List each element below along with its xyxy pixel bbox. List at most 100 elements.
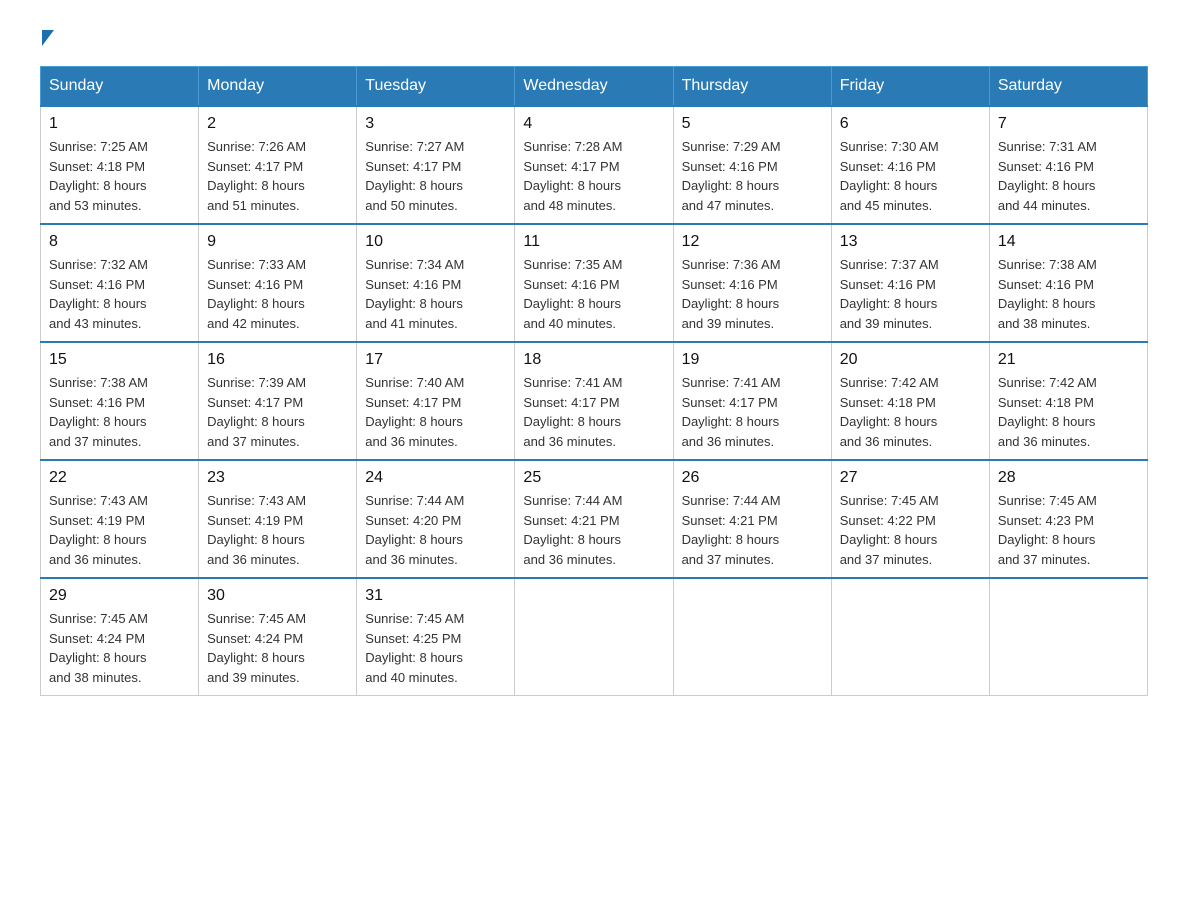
day-number: 31: [365, 587, 506, 605]
day-cell: 25 Sunrise: 7:44 AM Sunset: 4:21 PM Dayl…: [515, 460, 673, 578]
day-number: 30: [207, 587, 348, 605]
day-cell: 6 Sunrise: 7:30 AM Sunset: 4:16 PM Dayli…: [831, 106, 989, 224]
day-cell: 31 Sunrise: 7:45 AM Sunset: 4:25 PM Dayl…: [357, 578, 515, 696]
day-info: Sunrise: 7:42 AM Sunset: 4:18 PM Dayligh…: [840, 373, 981, 451]
day-number: 3: [365, 115, 506, 133]
day-cell: 21 Sunrise: 7:42 AM Sunset: 4:18 PM Dayl…: [989, 342, 1147, 460]
day-info: Sunrise: 7:33 AM Sunset: 4:16 PM Dayligh…: [207, 255, 348, 333]
day-number: 29: [49, 587, 190, 605]
day-cell: 8 Sunrise: 7:32 AM Sunset: 4:16 PM Dayli…: [41, 224, 199, 342]
day-number: 10: [365, 233, 506, 251]
day-cell: [989, 578, 1147, 696]
day-info: Sunrise: 7:36 AM Sunset: 4:16 PM Dayligh…: [682, 255, 823, 333]
day-number: 8: [49, 233, 190, 251]
day-number: 28: [998, 469, 1139, 487]
day-info: Sunrise: 7:41 AM Sunset: 4:17 PM Dayligh…: [682, 373, 823, 451]
day-info: Sunrise: 7:40 AM Sunset: 4:17 PM Dayligh…: [365, 373, 506, 451]
day-info: Sunrise: 7:38 AM Sunset: 4:16 PM Dayligh…: [998, 255, 1139, 333]
day-cell: 12 Sunrise: 7:36 AM Sunset: 4:16 PM Dayl…: [673, 224, 831, 342]
day-cell: 28 Sunrise: 7:45 AM Sunset: 4:23 PM Dayl…: [989, 460, 1147, 578]
day-cell: 24 Sunrise: 7:44 AM Sunset: 4:20 PM Dayl…: [357, 460, 515, 578]
header-monday: Monday: [199, 67, 357, 107]
day-number: 19: [682, 351, 823, 369]
day-info: Sunrise: 7:43 AM Sunset: 4:19 PM Dayligh…: [207, 491, 348, 569]
day-cell: [673, 578, 831, 696]
header-saturday: Saturday: [989, 67, 1147, 107]
day-number: 15: [49, 351, 190, 369]
header-row: SundayMondayTuesdayWednesdayThursdayFrid…: [41, 67, 1148, 107]
day-info: Sunrise: 7:27 AM Sunset: 4:17 PM Dayligh…: [365, 137, 506, 215]
day-info: Sunrise: 7:42 AM Sunset: 4:18 PM Dayligh…: [998, 373, 1139, 451]
week-row-1: 1 Sunrise: 7:25 AM Sunset: 4:18 PM Dayli…: [41, 106, 1148, 224]
day-cell: 29 Sunrise: 7:45 AM Sunset: 4:24 PM Dayl…: [41, 578, 199, 696]
day-number: 21: [998, 351, 1139, 369]
header-wednesday: Wednesday: [515, 67, 673, 107]
day-info: Sunrise: 7:44 AM Sunset: 4:21 PM Dayligh…: [682, 491, 823, 569]
day-cell: 18 Sunrise: 7:41 AM Sunset: 4:17 PM Dayl…: [515, 342, 673, 460]
week-row-2: 8 Sunrise: 7:32 AM Sunset: 4:16 PM Dayli…: [41, 224, 1148, 342]
day-info: Sunrise: 7:35 AM Sunset: 4:16 PM Dayligh…: [523, 255, 664, 333]
day-info: Sunrise: 7:45 AM Sunset: 4:25 PM Dayligh…: [365, 609, 506, 687]
day-cell: 9 Sunrise: 7:33 AM Sunset: 4:16 PM Dayli…: [199, 224, 357, 342]
day-number: 23: [207, 469, 348, 487]
day-cell: 2 Sunrise: 7:26 AM Sunset: 4:17 PM Dayli…: [199, 106, 357, 224]
day-cell: 4 Sunrise: 7:28 AM Sunset: 4:17 PM Dayli…: [515, 106, 673, 224]
calendar-table: SundayMondayTuesdayWednesdayThursdayFrid…: [40, 66, 1148, 696]
day-cell: [515, 578, 673, 696]
day-number: 9: [207, 233, 348, 251]
header-friday: Friday: [831, 67, 989, 107]
logo: [40, 30, 54, 46]
day-cell: 5 Sunrise: 7:29 AM Sunset: 4:16 PM Dayli…: [673, 106, 831, 224]
day-cell: 13 Sunrise: 7:37 AM Sunset: 4:16 PM Dayl…: [831, 224, 989, 342]
day-info: Sunrise: 7:34 AM Sunset: 4:16 PM Dayligh…: [365, 255, 506, 333]
day-number: 1: [49, 115, 190, 133]
day-cell: 30 Sunrise: 7:45 AM Sunset: 4:24 PM Dayl…: [199, 578, 357, 696]
day-info: Sunrise: 7:30 AM Sunset: 4:16 PM Dayligh…: [840, 137, 981, 215]
day-number: 27: [840, 469, 981, 487]
day-number: 4: [523, 115, 664, 133]
day-info: Sunrise: 7:39 AM Sunset: 4:17 PM Dayligh…: [207, 373, 348, 451]
day-info: Sunrise: 7:28 AM Sunset: 4:17 PM Dayligh…: [523, 137, 664, 215]
day-number: 24: [365, 469, 506, 487]
day-info: Sunrise: 7:44 AM Sunset: 4:20 PM Dayligh…: [365, 491, 506, 569]
day-number: 13: [840, 233, 981, 251]
day-cell: 7 Sunrise: 7:31 AM Sunset: 4:16 PM Dayli…: [989, 106, 1147, 224]
day-info: Sunrise: 7:29 AM Sunset: 4:16 PM Dayligh…: [682, 137, 823, 215]
header-sunday: Sunday: [41, 67, 199, 107]
day-cell: 1 Sunrise: 7:25 AM Sunset: 4:18 PM Dayli…: [41, 106, 199, 224]
week-row-4: 22 Sunrise: 7:43 AM Sunset: 4:19 PM Dayl…: [41, 460, 1148, 578]
day-number: 14: [998, 233, 1139, 251]
day-number: 12: [682, 233, 823, 251]
day-cell: 17 Sunrise: 7:40 AM Sunset: 4:17 PM Dayl…: [357, 342, 515, 460]
day-number: 17: [365, 351, 506, 369]
day-info: Sunrise: 7:26 AM Sunset: 4:17 PM Dayligh…: [207, 137, 348, 215]
day-number: 11: [523, 233, 664, 251]
page-header: [40, 30, 1148, 46]
day-number: 2: [207, 115, 348, 133]
day-cell: 26 Sunrise: 7:44 AM Sunset: 4:21 PM Dayl…: [673, 460, 831, 578]
day-info: Sunrise: 7:32 AM Sunset: 4:16 PM Dayligh…: [49, 255, 190, 333]
header-thursday: Thursday: [673, 67, 831, 107]
day-info: Sunrise: 7:45 AM Sunset: 4:24 PM Dayligh…: [207, 609, 348, 687]
day-cell: 15 Sunrise: 7:38 AM Sunset: 4:16 PM Dayl…: [41, 342, 199, 460]
week-row-3: 15 Sunrise: 7:38 AM Sunset: 4:16 PM Dayl…: [41, 342, 1148, 460]
day-cell: 3 Sunrise: 7:27 AM Sunset: 4:17 PM Dayli…: [357, 106, 515, 224]
week-row-5: 29 Sunrise: 7:45 AM Sunset: 4:24 PM Dayl…: [41, 578, 1148, 696]
day-number: 16: [207, 351, 348, 369]
day-number: 18: [523, 351, 664, 369]
day-info: Sunrise: 7:37 AM Sunset: 4:16 PM Dayligh…: [840, 255, 981, 333]
day-cell: 27 Sunrise: 7:45 AM Sunset: 4:22 PM Dayl…: [831, 460, 989, 578]
day-info: Sunrise: 7:38 AM Sunset: 4:16 PM Dayligh…: [49, 373, 190, 451]
day-cell: 11 Sunrise: 7:35 AM Sunset: 4:16 PM Dayl…: [515, 224, 673, 342]
day-number: 20: [840, 351, 981, 369]
day-number: 7: [998, 115, 1139, 133]
day-cell: 16 Sunrise: 7:39 AM Sunset: 4:17 PM Dayl…: [199, 342, 357, 460]
day-cell: 10 Sunrise: 7:34 AM Sunset: 4:16 PM Dayl…: [357, 224, 515, 342]
day-info: Sunrise: 7:25 AM Sunset: 4:18 PM Dayligh…: [49, 137, 190, 215]
day-cell: 19 Sunrise: 7:41 AM Sunset: 4:17 PM Dayl…: [673, 342, 831, 460]
day-info: Sunrise: 7:45 AM Sunset: 4:22 PM Dayligh…: [840, 491, 981, 569]
day-info: Sunrise: 7:41 AM Sunset: 4:17 PM Dayligh…: [523, 373, 664, 451]
day-number: 25: [523, 469, 664, 487]
day-cell: [831, 578, 989, 696]
day-number: 5: [682, 115, 823, 133]
